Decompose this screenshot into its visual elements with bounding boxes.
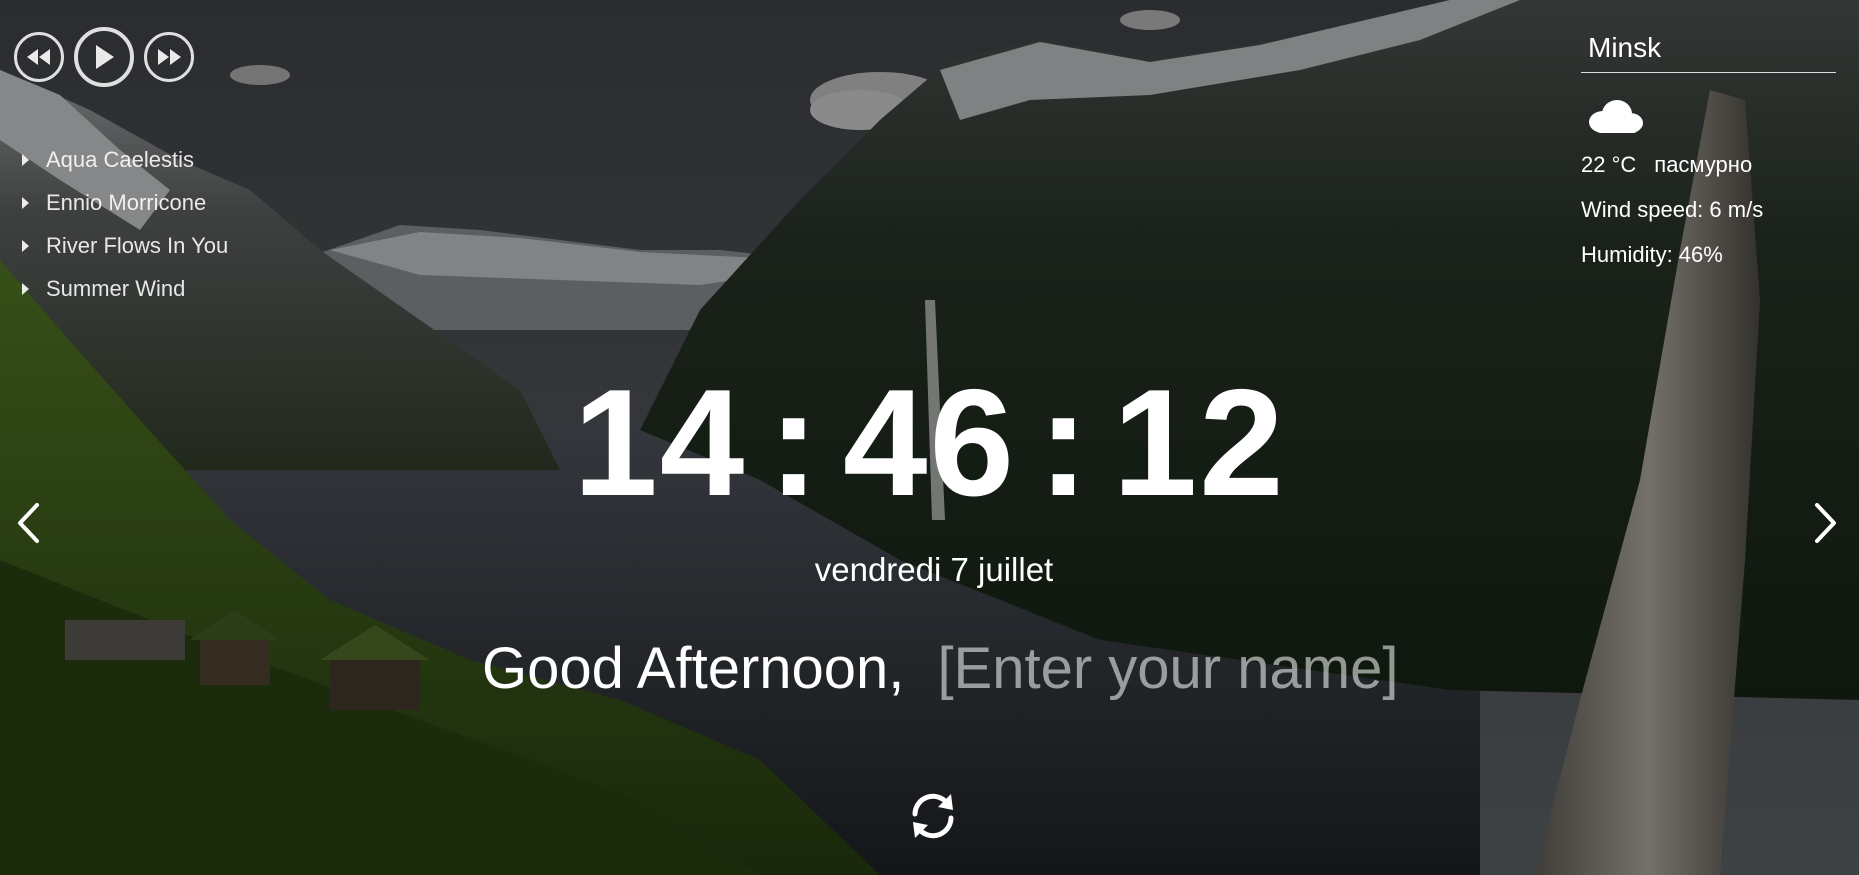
weather-widget: Minsk 22 °C пасмурно Wind speed: 6 m/s Hu… — [1581, 28, 1836, 277]
prev-background-button[interactable] — [8, 500, 48, 546]
clock-separator: : — [768, 358, 821, 528]
name-input[interactable]: [Enter your name] — [937, 635, 1398, 702]
cloud-icon — [1589, 100, 1643, 133]
date-display: vendredi 7 juillet — [814, 551, 1054, 588]
chevron-left-icon — [18, 503, 39, 543]
rewind-icon — [27, 49, 50, 65]
greeting: Good Afternoon, [Enter your name] — [482, 635, 1398, 702]
playlist-item-title: Summer Wind — [46, 275, 186, 301]
playlist-item-title: Aqua Caelestis — [46, 146, 194, 172]
clock-minutes: 46 — [842, 358, 1017, 528]
wind-speed: Wind speed: 6 m/s — [1581, 197, 1764, 222]
weather-summary: 22 °C пасмурно — [1581, 142, 1836, 187]
prev-track-button[interactable] — [14, 32, 64, 82]
next-background-button[interactable] — [1806, 500, 1846, 546]
momentum-page: Aqua Caelestis Ennio Morricone River Flo… — [0, 0, 1859, 875]
refresh-button[interactable] — [905, 788, 961, 844]
fast-forward-icon — [158, 49, 181, 65]
clock-seconds: 12 — [1112, 358, 1286, 528]
refresh-icon — [912, 793, 954, 839]
audio-player — [14, 27, 194, 87]
playlist-item[interactable]: Ennio Morricone — [22, 181, 228, 224]
play-icon — [96, 45, 114, 69]
play-item-icon — [22, 196, 29, 209]
greeting-text: Good Afternoon, — [482, 636, 905, 701]
weather-description: пасмурно — [1654, 152, 1753, 177]
playlist-item[interactable]: Aqua Caelestis — [22, 138, 228, 181]
clock: 14:46:12 — [0, 358, 1859, 528]
playlist-item-title: Ennio Morricone — [46, 189, 207, 215]
clock-hours: 14 — [573, 358, 747, 528]
clock-separator: : — [1038, 358, 1091, 528]
chevron-right-icon — [1815, 503, 1836, 543]
playlist-item-title: River Flows In You — [46, 232, 229, 258]
play-button[interactable] — [74, 27, 134, 87]
temperature: 22 °C — [1581, 152, 1637, 177]
playlist: Aqua Caelestis Ennio Morricone River Flo… — [22, 138, 228, 310]
playlist-item[interactable]: River Flows In You — [22, 224, 228, 267]
play-item-icon — [22, 282, 29, 295]
city-input[interactable]: Minsk — [1581, 28, 1836, 73]
humidity: Humidity: 46% — [1581, 242, 1723, 267]
play-item-icon — [22, 153, 29, 166]
next-track-button[interactable] — [144, 32, 194, 82]
playlist-item[interactable]: Summer Wind — [22, 267, 228, 310]
play-item-icon — [22, 239, 29, 252]
